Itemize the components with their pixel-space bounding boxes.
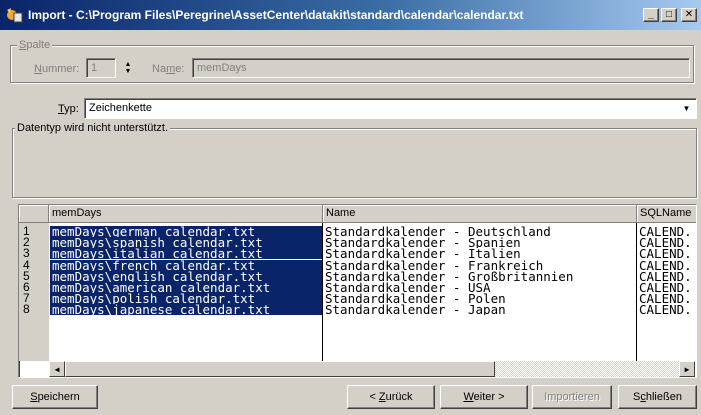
- title-bar[interactable]: Import - C:\Program Files\Peregrine\Asse…: [0, 0, 701, 30]
- table-cell-name[interactable]: Standardkalender - Großbritannien: [323, 271, 636, 282]
- table-cell-memdays[interactable]: memDays\polish_calendar.txt: [50, 293, 322, 305]
- table-cell-name[interactable]: Standardkalender - Frankreich: [323, 260, 636, 271]
- datatype-group-legend: Datentyp wird nicht unterstützt.: [15, 122, 171, 134]
- table-cell-name[interactable]: Standardkalender - USA: [323, 282, 636, 293]
- horizontal-scrollbar[interactable]: ◀ ▶: [49, 361, 695, 377]
- table-cell-memdays[interactable]: memDays\spanish_calendar.txt: [50, 237, 322, 249]
- scroll-right-button[interactable]: ▶: [679, 361, 695, 377]
- spin-down-icon: ▼: [124, 68, 132, 75]
- table-cell-sqlname[interactable]: CALEND.: [637, 226, 696, 237]
- save-button[interactable]: Speichern: [12, 385, 98, 409]
- table-cell-sqlname[interactable]: CALEND.: [637, 271, 696, 282]
- column-header-memdays[interactable]: memDays: [49, 205, 323, 223]
- table-cell-memdays[interactable]: memDays\japanese_calendar.txt: [50, 304, 322, 316]
- scroll-right-icon: ▶: [684, 364, 690, 374]
- maximize-icon: □: [665, 9, 673, 20]
- table-cell-memdays[interactable]: memDays\italian_calendar.txt: [50, 248, 322, 260]
- back-button[interactable]: < Zurück: [347, 385, 435, 409]
- scroll-left-icon: ◀: [54, 364, 60, 374]
- row-header-corner: [19, 205, 49, 223]
- column-header-sqlname[interactable]: SQLName: [637, 205, 696, 223]
- table-cell-memdays[interactable]: memDays\american_calendar.txt: [50, 282, 322, 293]
- type-select[interactable]: Zeichenkette ▼: [84, 98, 697, 119]
- table-cell-sqlname[interactable]: CALEND.: [637, 237, 696, 248]
- table-cell-sqlname[interactable]: CALEND.: [637, 248, 696, 259]
- name-field[interactable]: memDays: [192, 58, 690, 78]
- column-header-name[interactable]: Name: [323, 205, 637, 223]
- row-number[interactable]: 8: [23, 303, 30, 315]
- window-title: Import - C:\Program Files\Peregrine\Asse…: [28, 8, 524, 22]
- table-cell-sqlname[interactable]: CALEND.: [637, 260, 696, 271]
- table-cell-name[interactable]: Standardkalender - Spanien: [323, 237, 636, 248]
- table-cell-name[interactable]: Standardkalender - Italien: [323, 248, 636, 259]
- number-field[interactable]: 1: [86, 58, 116, 78]
- type-select-value: Zeichenkette: [89, 102, 152, 114]
- import-window: Import - C:\Program Files\Peregrine\Asse…: [0, 0, 701, 415]
- import-app-icon: [4, 5, 24, 25]
- close-window-button[interactable]: ✕: [681, 8, 697, 22]
- number-label: Nummer:: [34, 63, 80, 75]
- minimize-icon: _: [648, 9, 654, 20]
- column-group-legend: Spalte: [17, 39, 53, 51]
- close-button[interactable]: Schließen: [618, 385, 697, 409]
- table-cell-memdays[interactable]: memDays\german_calendar.txt: [50, 226, 322, 237]
- table-cell-name[interactable]: Standardkalender - Polen: [323, 293, 636, 304]
- table-cell-sqlname[interactable]: CALEND.: [637, 293, 696, 304]
- number-spinner[interactable]: ▲ ▼: [120, 58, 136, 78]
- datatype-group: Datentyp wird nicht unterstützt.: [12, 122, 697, 198]
- table-cell-sqlname[interactable]: CALEND.: [637, 304, 696, 315]
- next-button[interactable]: Weiter >: [440, 385, 528, 409]
- table-cell-name[interactable]: Standardkalender - Deutschland: [323, 226, 636, 237]
- type-label: Typ:: [58, 103, 79, 115]
- scroll-track[interactable]: [65, 361, 679, 377]
- name-label: Name:: [152, 63, 185, 75]
- table-cell-memdays[interactable]: memDays\english_calendar.txt: [50, 270, 322, 282]
- row-number[interactable]: 3: [23, 247, 30, 259]
- table-cell-sqlname[interactable]: CALEND.: [637, 282, 696, 293]
- minimize-button[interactable]: _: [643, 8, 659, 22]
- chevron-down-icon[interactable]: ▼: [679, 101, 694, 116]
- scroll-left-button[interactable]: ◀: [49, 361, 65, 377]
- import-button[interactable]: Importieren: [532, 385, 612, 409]
- close-icon: ✕: [684, 9, 694, 20]
- table-cell-name[interactable]: Standardkalender - Japan: [323, 304, 636, 315]
- import-preview-grid[interactable]: memDays Name SQLName ◀ ▶ 1 memDays\german…: [18, 204, 697, 378]
- scroll-thumb[interactable]: [65, 361, 495, 377]
- grid-header: memDays Name SQLName: [19, 205, 696, 223]
- maximize-button[interactable]: □: [661, 8, 677, 22]
- table-cell-memdays[interactable]: memDays\french_calendar.txt: [50, 259, 322, 271]
- spin-up-icon: ▲: [124, 61, 132, 68]
